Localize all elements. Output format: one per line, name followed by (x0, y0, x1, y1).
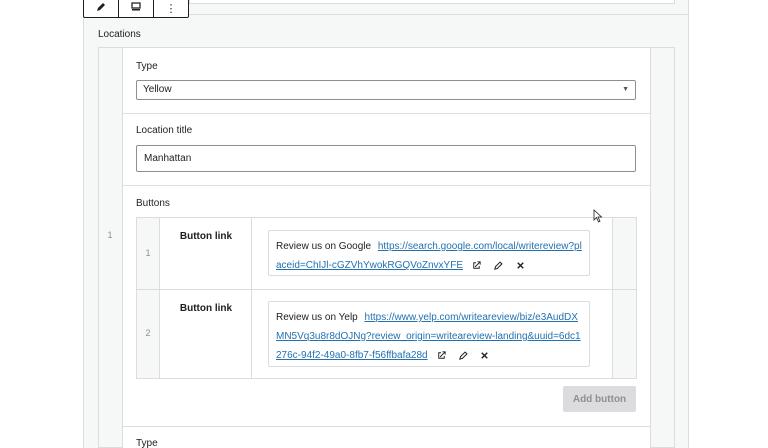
button-link-label: Button link (161, 218, 252, 289)
link-text: Review us on Yelp (276, 312, 358, 323)
row-handle-column[interactable] (650, 47, 675, 448)
button-row-handle[interactable] (612, 290, 636, 378)
caret-down-icon: ▼ (622, 86, 629, 93)
button-row-index[interactable]: 2 (137, 290, 160, 378)
location-title-input[interactable]: Manhattan (136, 145, 636, 172)
pencil-icon[interactable] (455, 348, 471, 362)
more-options-button[interactable]: ⋮ (154, 0, 188, 17)
add-button[interactable]: Add button (563, 386, 636, 412)
more-vertical-icon: ⋮ (165, 2, 177, 15)
type-select[interactable]: Yellow ▼ (136, 80, 636, 100)
close-icon[interactable] (512, 258, 528, 272)
button-row-index[interactable]: 1 (137, 218, 160, 289)
top-input[interactable] (189, 0, 675, 4)
close-icon[interactable] (477, 348, 493, 362)
location-title-value: Manhattan (144, 153, 192, 164)
edit-button[interactable] (84, 0, 118, 17)
buttons-label: Buttons (136, 198, 170, 209)
pencil-icon (95, 1, 107, 16)
type-label: Type (136, 61, 158, 72)
link-preview: Review us on Yelp https://www.yelp.com/w… (268, 301, 590, 367)
button-link-label: Button link (161, 290, 252, 378)
external-link-icon[interactable] (469, 258, 485, 272)
external-link-icon[interactable] (433, 348, 449, 362)
pencil-icon[interactable] (491, 258, 507, 272)
type-select-value: Yellow (143, 84, 172, 95)
block-icon (130, 1, 142, 16)
link-preview: Review us on Google https://search.googl… (268, 230, 590, 276)
block-button[interactable] (119, 0, 153, 17)
mouse-cursor-icon (593, 209, 603, 223)
location-row (123, 427, 650, 448)
locations-label: Locations (98, 29, 141, 40)
type-label: Type (136, 438, 158, 448)
block-toolbar: ⋮ (83, 0, 189, 18)
row-index-column[interactable]: 1 (98, 47, 123, 448)
link-text: Review us on Google (276, 241, 372, 252)
location-title-label: Location title (136, 125, 193, 136)
field-divider (123, 113, 650, 114)
button-row-handle[interactable] (612, 218, 636, 289)
row-index: 1 (107, 230, 113, 240)
field-divider (123, 185, 650, 186)
